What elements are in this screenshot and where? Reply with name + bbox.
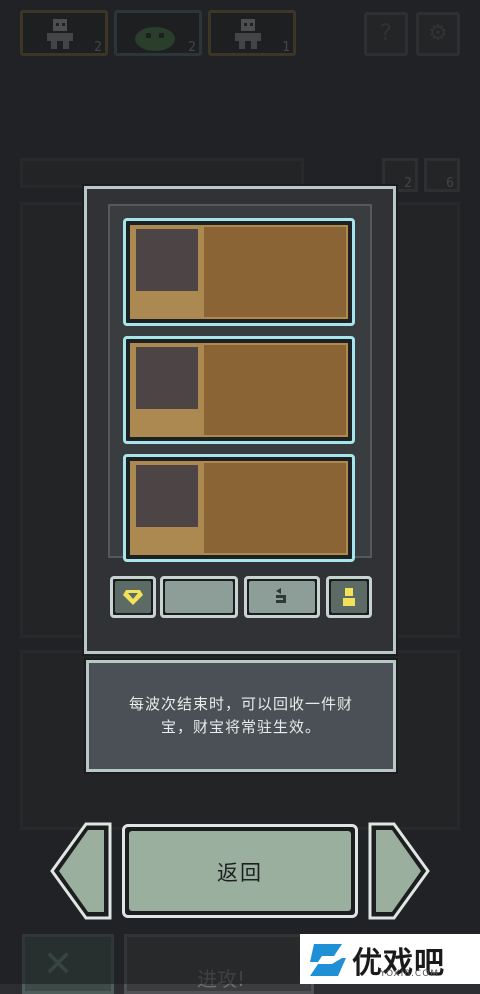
treasure-card-3[interactable] — [123, 454, 355, 562]
info-line-2: 宝，财宝将常驻生效。 — [160, 718, 321, 736]
return-label: 返回 — [217, 861, 263, 885]
info-line-1: 每波次结束时，可以回收一件财 — [128, 695, 353, 713]
refresh-button[interactable] — [244, 576, 320, 618]
diamond-button[interactable] — [110, 576, 156, 618]
watermark-logo-icon — [310, 944, 346, 976]
info-tooltip: 每波次结束时，可以回收一件财 宝，财宝将常驻生效。 — [86, 660, 396, 772]
watermark-domain: YOXI8.COM — [380, 969, 440, 979]
button-face — [165, 581, 233, 613]
person-button[interactable] — [326, 576, 372, 618]
next-arrow-button[interactable] — [368, 822, 430, 920]
treasure-thumbnail — [136, 347, 198, 409]
previous-arrow-button[interactable] — [50, 822, 112, 920]
return-button[interactable]: 返回 — [122, 824, 358, 918]
person-icon — [329, 579, 369, 615]
treasure-thumbnail — [136, 229, 198, 291]
info-text: 每波次结束时，可以回收一件财 宝，财宝将常驻生效。 — [107, 693, 375, 739]
diamond-icon — [113, 579, 153, 615]
treasure-card-2[interactable] — [123, 336, 355, 444]
treasure-thumbnail — [136, 465, 198, 527]
treasure-card-1[interactable] — [123, 218, 355, 326]
refresh-icon — [247, 579, 317, 615]
watermark: 优戏吧 YOXI8.COM — [300, 934, 480, 984]
blank-button[interactable] — [160, 576, 238, 618]
